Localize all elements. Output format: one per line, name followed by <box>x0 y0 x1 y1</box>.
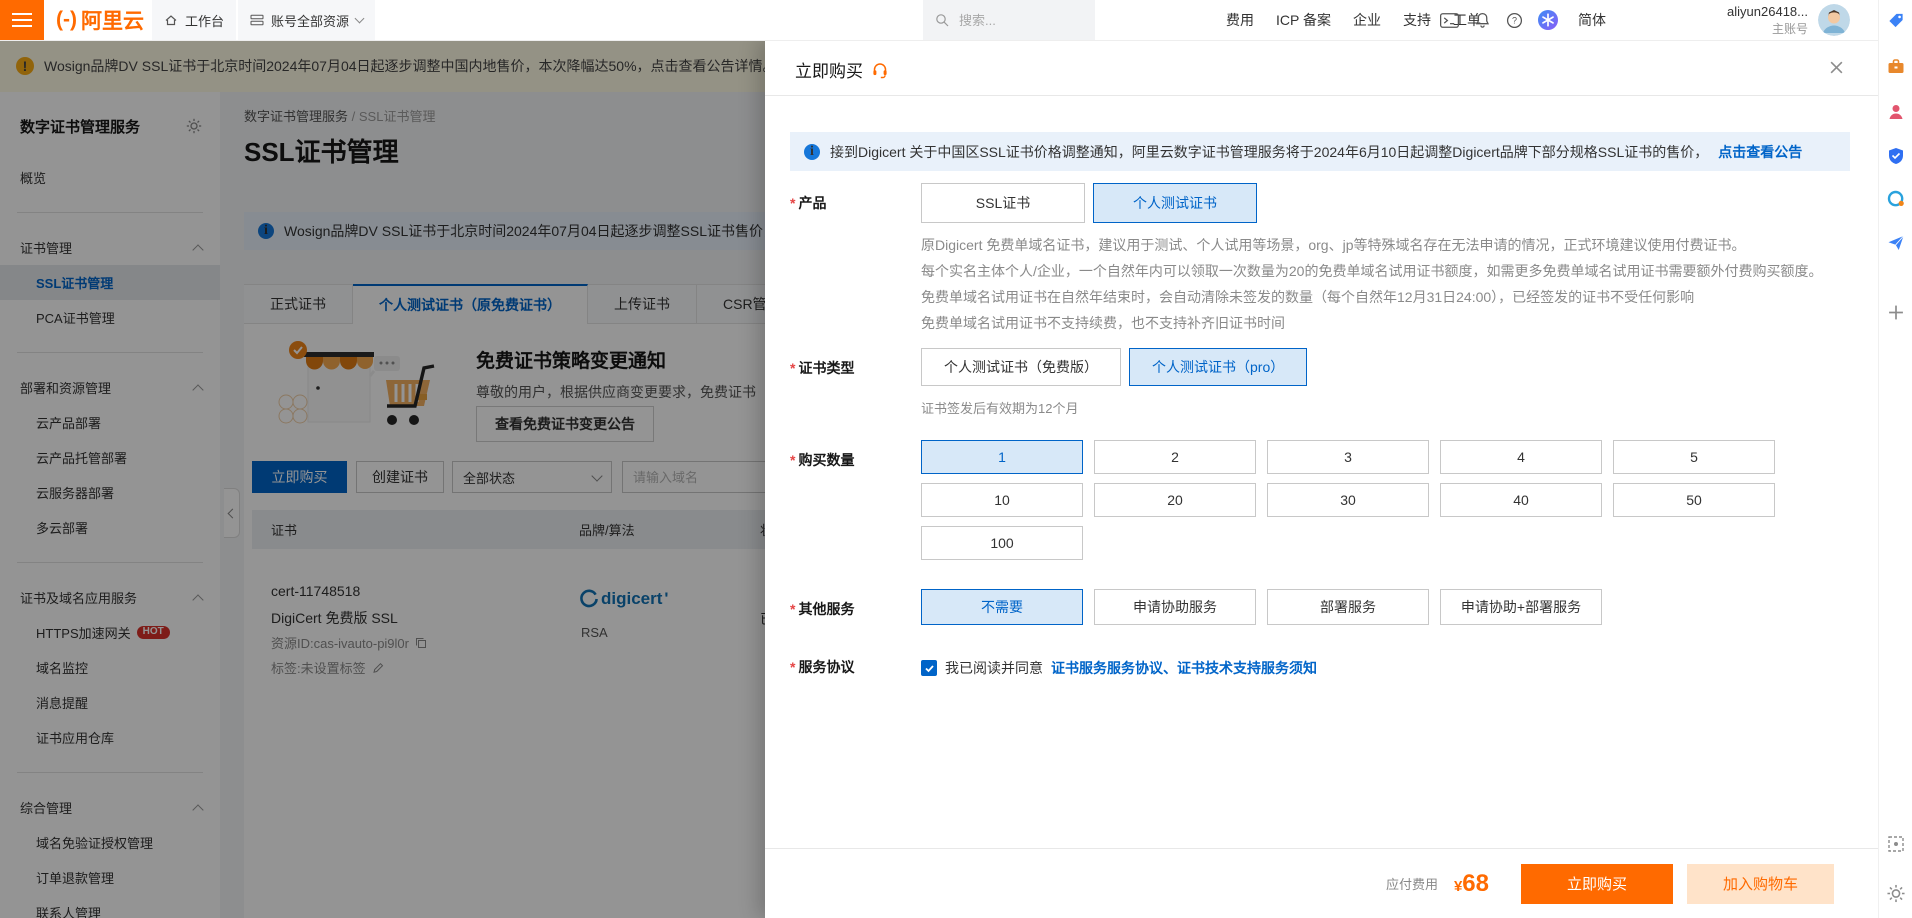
service-option[interactable]: 申请协助服务 <box>1094 589 1256 625</box>
svg-text:?: ? <box>1512 15 1517 25</box>
view-announcement-link[interactable]: 点击查看公告 <box>1718 142 1802 162</box>
headset-icon[interactable] <box>871 61 889 79</box>
product-label: 产品 <box>798 195 826 211</box>
product-option[interactable]: SSL证书 <box>921 183 1085 223</box>
right-toolbar <box>1878 0 1912 918</box>
briefcase-icon[interactable] <box>1887 58 1905 76</box>
global-search[interactable] <box>923 0 1095 40</box>
capture-icon[interactable] <box>1887 835 1905 853</box>
search-icon <box>935 13 949 27</box>
bell-icon[interactable] <box>1474 12 1491 29</box>
services-row: *其他服务 不需要申请协助服务部署服务申请协助+部署服务 <box>790 589 1602 625</box>
help-icon[interactable]: ? <box>1506 12 1523 29</box>
home-icon <box>164 13 178 27</box>
topbar-link[interactable]: 支持 <box>1403 10 1431 30</box>
service-option[interactable]: 部署服务 <box>1267 589 1429 625</box>
drawer-header: 立即购买 <box>765 40 1878 96</box>
service-option[interactable]: 申请协助+部署服务 <box>1440 589 1602 625</box>
hamburger-menu-button[interactable] <box>0 0 44 40</box>
workbench-button[interactable]: 工作台 <box>152 0 236 40</box>
product-description-line: 每个实名主体个人/企业，一个自然年内可以领取一次数量为20的免费单域名试用证书额… <box>921 258 1822 284</box>
agreement-row: *服务协议 我已阅读并同意 证书服务服务协议、证书技术支持服务须知 <box>790 656 1317 678</box>
product-row: *产品 SSL证书个人测试证书 <box>790 183 1257 223</box>
terminal-icon[interactable] <box>1440 13 1459 28</box>
drawer-footer: 应付费用 ¥68 立即购买 加入购物车 <box>765 848 1878 918</box>
close-icon[interactable] <box>1829 60 1844 75</box>
quantity-option[interactable]: 50 <box>1613 483 1775 517</box>
tag-icon[interactable] <box>1887 12 1904 29</box>
chevron-down-icon <box>355 14 365 24</box>
product-options: SSL证书个人测试证书 <box>921 183 1257 223</box>
send-icon[interactable] <box>1887 234 1905 252</box>
quantity-row: *购买数量 123451020304050100 <box>790 440 1776 560</box>
aliyun-logo-mark: (-) <box>56 8 77 32</box>
add-to-cart-button[interactable]: 加入购物车 <box>1687 864 1834 904</box>
cert-type-note-row: 证书签发后有效期为12个月 <box>790 398 1078 417</box>
locale-switch[interactable]: 简体 <box>1578 0 1606 40</box>
quantity-option[interactable]: 5 <box>1613 440 1775 474</box>
username: aliyun26418... <box>1727 4 1808 19</box>
quantity-option[interactable]: 1 <box>921 440 1083 474</box>
service-option[interactable]: 不需要 <box>921 589 1083 625</box>
quantity-option[interactable]: 3 <box>1267 440 1429 474</box>
price-label: 应付费用 <box>1386 874 1438 893</box>
account-resources-button[interactable]: 账号全部资源 <box>238 0 375 40</box>
topbar: (-) 阿里云 工作台 账号全部资源 费用ICP 备案企业支持工单 ? 简体 a… <box>0 0 1912 41</box>
shield-icon[interactable] <box>1887 147 1905 165</box>
cert-type-row: *证书类型 个人测试证书（免费版）个人测试证书（pro） <box>790 348 1307 386</box>
price-value: ¥68 <box>1454 870 1489 898</box>
topbar-icons: ? <box>1440 0 1558 40</box>
agreement-label: 服务协议 <box>798 659 854 675</box>
quantity-option[interactable]: 10 <box>921 483 1083 517</box>
product-descriptions-row: 原Digicert 免费单域名证书，建议用于测试、个人试用等场景，org、jp等… <box>790 232 1822 336</box>
topbar-link[interactable]: 费用 <box>1226 10 1254 30</box>
quantity-options: 12345 10 20 30 40 50 100 <box>921 440 1776 560</box>
avatar[interactable] <box>1818 4 1850 36</box>
agreement-links[interactable]: 证书服务服务协议、证书技术支持服务须知 <box>1051 658 1317 678</box>
product-option[interactable]: 个人测试证书 <box>1093 183 1257 223</box>
service-options: 不需要申请协助服务部署服务申请协助+部署服务 <box>921 589 1602 625</box>
services-label: 其他服务 <box>798 601 854 617</box>
product-description-line: 原Digicert 免费单域名证书，建议用于测试、个人试用等场景，org、jp等… <box>921 232 1822 258</box>
drawer-info-bar: i 接到Digicert 关于中国区SSL证书价格调整通知，阿里云数字证书管理服… <box>790 132 1850 171</box>
product-description-line: 免费单域名试用证书不支持续费，也不支持补齐旧证书时间 <box>921 310 1822 336</box>
agreement-checkbox[interactable] <box>921 660 937 676</box>
user-icon[interactable] <box>1887 103 1905 121</box>
aliyun-logo[interactable]: (-) 阿里云 <box>56 0 144 40</box>
topbar-link[interactable]: ICP 备案 <box>1276 10 1331 30</box>
quantity-option[interactable]: 20 <box>1094 483 1256 517</box>
screen: (-) 阿里云 工作台 账号全部资源 费用ICP 备案企业支持工单 ? 简体 a… <box>0 0 1912 918</box>
quantity-option[interactable]: 2 <box>1094 440 1256 474</box>
feature-sparkle-icon[interactable] <box>1538 10 1558 30</box>
drawer-info-text: 接到Digicert 关于中国区SSL证书价格调整通知，阿里云数字证书管理服务将… <box>830 142 1708 162</box>
quantity-option[interactable]: 4 <box>1440 440 1602 474</box>
account-resources-label: 账号全部资源 <box>271 11 349 30</box>
purchase-drawer: 立即购买 i 接到Digicert 关于中国区SSL证书价格调整通知，阿里云数字… <box>765 40 1878 918</box>
quantity-option[interactable]: 100 <box>921 526 1083 560</box>
cert-type-options: 个人测试证书（免费版）个人测试证书（pro） <box>921 348 1307 386</box>
plus-icon[interactable] <box>1887 304 1904 321</box>
settings-icon[interactable] <box>1886 884 1905 903</box>
cert-type-label: 证书类型 <box>798 360 854 376</box>
quantity-label: 购买数量 <box>798 452 854 468</box>
drawer-title: 立即购买 <box>795 57 863 82</box>
cert-type-option[interactable]: 个人测试证书（免费版） <box>921 348 1121 386</box>
product-description-line: 免费单域名试用证书在自然年结束时，会自动清除未签发的数量（每个自然年12月31日… <box>921 284 1822 310</box>
aliyun-logo-text: 阿里云 <box>81 5 144 35</box>
topbar-link[interactable]: 企业 <box>1353 10 1381 30</box>
workbench-label: 工作台 <box>185 11 224 30</box>
product-descriptions: 原Digicert 免费单域名证书，建议用于测试、个人试用等场景，org、jp等… <box>921 232 1822 336</box>
account-menu[interactable]: aliyun26418... 主账号 <box>1690 0 1808 40</box>
confirm-buy-button[interactable]: 立即购买 <box>1521 864 1673 904</box>
cloud-icon[interactable] <box>1887 190 1905 208</box>
account-type: 主账号 <box>1772 20 1808 37</box>
search-input[interactable] <box>957 12 1081 29</box>
agreement-prefix: 我已阅读并同意 <box>945 658 1043 678</box>
validity-note: 证书签发后有效期为12个月 <box>921 398 1078 417</box>
cert-type-option[interactable]: 个人测试证书（pro） <box>1129 348 1307 386</box>
resources-icon <box>250 13 264 27</box>
quantity-option[interactable]: 30 <box>1267 483 1429 517</box>
info-icon: i <box>804 144 820 160</box>
quantity-option[interactable]: 40 <box>1440 483 1602 517</box>
